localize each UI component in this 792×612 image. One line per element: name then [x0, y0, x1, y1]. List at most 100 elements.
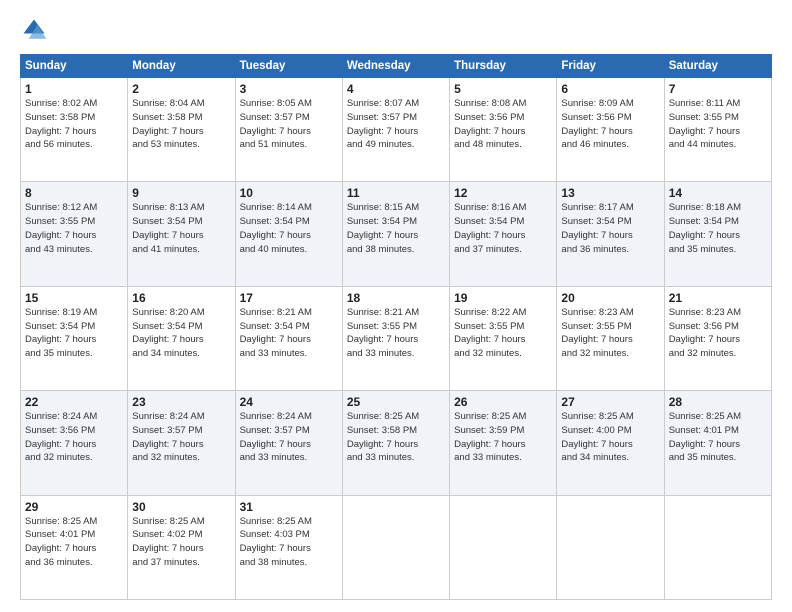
day-info: Sunrise: 8:15 AMSunset: 3:54 PMDaylight:… — [347, 201, 445, 256]
day-number: 19 — [454, 291, 552, 305]
day-number: 8 — [25, 186, 123, 200]
calendar-cell: 28Sunrise: 8:25 AMSunset: 4:01 PMDayligh… — [664, 391, 771, 495]
day-number: 18 — [347, 291, 445, 305]
day-number: 27 — [561, 395, 659, 409]
calendar-cell: 30Sunrise: 8:25 AMSunset: 4:02 PMDayligh… — [128, 495, 235, 599]
calendar-table: SundayMondayTuesdayWednesdayThursdayFrid… — [20, 54, 772, 600]
day-number: 15 — [25, 291, 123, 305]
calendar-cell — [664, 495, 771, 599]
calendar-cell: 6Sunrise: 8:09 AMSunset: 3:56 PMDaylight… — [557, 78, 664, 182]
header — [20, 16, 772, 44]
day-number: 2 — [132, 82, 230, 96]
calendar-header-sunday: Sunday — [21, 55, 128, 78]
day-number: 29 — [25, 500, 123, 514]
day-info: Sunrise: 8:19 AMSunset: 3:54 PMDaylight:… — [25, 306, 123, 361]
day-info: Sunrise: 8:08 AMSunset: 3:56 PMDaylight:… — [454, 97, 552, 152]
calendar-week-3: 15Sunrise: 8:19 AMSunset: 3:54 PMDayligh… — [21, 286, 772, 390]
calendar-header-row: SundayMondayTuesdayWednesdayThursdayFrid… — [21, 55, 772, 78]
day-info: Sunrise: 8:11 AMSunset: 3:55 PMDaylight:… — [669, 97, 767, 152]
calendar-cell: 21Sunrise: 8:23 AMSunset: 3:56 PMDayligh… — [664, 286, 771, 390]
calendar-cell: 17Sunrise: 8:21 AMSunset: 3:54 PMDayligh… — [235, 286, 342, 390]
day-number: 13 — [561, 186, 659, 200]
calendar-week-5: 29Sunrise: 8:25 AMSunset: 4:01 PMDayligh… — [21, 495, 772, 599]
day-info: Sunrise: 8:13 AMSunset: 3:54 PMDaylight:… — [132, 201, 230, 256]
calendar-cell: 25Sunrise: 8:25 AMSunset: 3:58 PMDayligh… — [342, 391, 449, 495]
calendar-week-1: 1Sunrise: 8:02 AMSunset: 3:58 PMDaylight… — [21, 78, 772, 182]
day-number: 30 — [132, 500, 230, 514]
calendar-cell: 3Sunrise: 8:05 AMSunset: 3:57 PMDaylight… — [235, 78, 342, 182]
calendar-header-friday: Friday — [557, 55, 664, 78]
page: SundayMondayTuesdayWednesdayThursdayFrid… — [0, 0, 792, 612]
day-info: Sunrise: 8:24 AMSunset: 3:56 PMDaylight:… — [25, 410, 123, 465]
day-number: 26 — [454, 395, 552, 409]
day-info: Sunrise: 8:25 AMSunset: 3:59 PMDaylight:… — [454, 410, 552, 465]
day-info: Sunrise: 8:22 AMSunset: 3:55 PMDaylight:… — [454, 306, 552, 361]
calendar-cell: 14Sunrise: 8:18 AMSunset: 3:54 PMDayligh… — [664, 182, 771, 286]
day-info: Sunrise: 8:04 AMSunset: 3:58 PMDaylight:… — [132, 97, 230, 152]
day-number: 31 — [240, 500, 338, 514]
day-info: Sunrise: 8:25 AMSunset: 4:01 PMDaylight:… — [25, 515, 123, 570]
day-info: Sunrise: 8:18 AMSunset: 3:54 PMDaylight:… — [669, 201, 767, 256]
day-info: Sunrise: 8:25 AMSunset: 4:01 PMDaylight:… — [669, 410, 767, 465]
day-info: Sunrise: 8:12 AMSunset: 3:55 PMDaylight:… — [25, 201, 123, 256]
calendar-cell: 23Sunrise: 8:24 AMSunset: 3:57 PMDayligh… — [128, 391, 235, 495]
day-info: Sunrise: 8:25 AMSunset: 3:58 PMDaylight:… — [347, 410, 445, 465]
logo-icon — [20, 16, 48, 44]
day-number: 25 — [347, 395, 445, 409]
day-number: 28 — [669, 395, 767, 409]
day-info: Sunrise: 8:25 AMSunset: 4:00 PMDaylight:… — [561, 410, 659, 465]
calendar-cell: 19Sunrise: 8:22 AMSunset: 3:55 PMDayligh… — [450, 286, 557, 390]
day-number: 24 — [240, 395, 338, 409]
day-info: Sunrise: 8:24 AMSunset: 3:57 PMDaylight:… — [240, 410, 338, 465]
calendar-cell: 20Sunrise: 8:23 AMSunset: 3:55 PMDayligh… — [557, 286, 664, 390]
day-info: Sunrise: 8:24 AMSunset: 3:57 PMDaylight:… — [132, 410, 230, 465]
day-info: Sunrise: 8:02 AMSunset: 3:58 PMDaylight:… — [25, 97, 123, 152]
day-info: Sunrise: 8:21 AMSunset: 3:54 PMDaylight:… — [240, 306, 338, 361]
day-info: Sunrise: 8:25 AMSunset: 4:02 PMDaylight:… — [132, 515, 230, 570]
calendar-cell: 31Sunrise: 8:25 AMSunset: 4:03 PMDayligh… — [235, 495, 342, 599]
calendar-header-tuesday: Tuesday — [235, 55, 342, 78]
calendar-cell: 9Sunrise: 8:13 AMSunset: 3:54 PMDaylight… — [128, 182, 235, 286]
calendar-cell: 18Sunrise: 8:21 AMSunset: 3:55 PMDayligh… — [342, 286, 449, 390]
day-number: 9 — [132, 186, 230, 200]
day-number: 7 — [669, 82, 767, 96]
day-info: Sunrise: 8:17 AMSunset: 3:54 PMDaylight:… — [561, 201, 659, 256]
calendar-cell: 11Sunrise: 8:15 AMSunset: 3:54 PMDayligh… — [342, 182, 449, 286]
calendar-cell: 4Sunrise: 8:07 AMSunset: 3:57 PMDaylight… — [342, 78, 449, 182]
day-info: Sunrise: 8:14 AMSunset: 3:54 PMDaylight:… — [240, 201, 338, 256]
day-number: 1 — [25, 82, 123, 96]
calendar-cell: 22Sunrise: 8:24 AMSunset: 3:56 PMDayligh… — [21, 391, 128, 495]
calendar-header-wednesday: Wednesday — [342, 55, 449, 78]
day-number: 22 — [25, 395, 123, 409]
calendar-cell: 15Sunrise: 8:19 AMSunset: 3:54 PMDayligh… — [21, 286, 128, 390]
day-info: Sunrise: 8:05 AMSunset: 3:57 PMDaylight:… — [240, 97, 338, 152]
calendar-cell: 2Sunrise: 8:04 AMSunset: 3:58 PMDaylight… — [128, 78, 235, 182]
day-number: 12 — [454, 186, 552, 200]
calendar-cell: 1Sunrise: 8:02 AMSunset: 3:58 PMDaylight… — [21, 78, 128, 182]
day-number: 5 — [454, 82, 552, 96]
day-number: 21 — [669, 291, 767, 305]
calendar-cell: 27Sunrise: 8:25 AMSunset: 4:00 PMDayligh… — [557, 391, 664, 495]
calendar-cell — [342, 495, 449, 599]
calendar-cell: 8Sunrise: 8:12 AMSunset: 3:55 PMDaylight… — [21, 182, 128, 286]
day-info: Sunrise: 8:25 AMSunset: 4:03 PMDaylight:… — [240, 515, 338, 570]
calendar-week-4: 22Sunrise: 8:24 AMSunset: 3:56 PMDayligh… — [21, 391, 772, 495]
day-info: Sunrise: 8:16 AMSunset: 3:54 PMDaylight:… — [454, 201, 552, 256]
day-info: Sunrise: 8:23 AMSunset: 3:55 PMDaylight:… — [561, 306, 659, 361]
calendar-header-thursday: Thursday — [450, 55, 557, 78]
calendar-week-2: 8Sunrise: 8:12 AMSunset: 3:55 PMDaylight… — [21, 182, 772, 286]
day-number: 14 — [669, 186, 767, 200]
day-number: 3 — [240, 82, 338, 96]
calendar-header-monday: Monday — [128, 55, 235, 78]
calendar-cell — [450, 495, 557, 599]
calendar-cell: 10Sunrise: 8:14 AMSunset: 3:54 PMDayligh… — [235, 182, 342, 286]
day-number: 17 — [240, 291, 338, 305]
day-number: 20 — [561, 291, 659, 305]
calendar-cell: 7Sunrise: 8:11 AMSunset: 3:55 PMDaylight… — [664, 78, 771, 182]
day-number: 10 — [240, 186, 338, 200]
calendar-cell: 16Sunrise: 8:20 AMSunset: 3:54 PMDayligh… — [128, 286, 235, 390]
day-number: 23 — [132, 395, 230, 409]
calendar-header-saturday: Saturday — [664, 55, 771, 78]
day-info: Sunrise: 8:23 AMSunset: 3:56 PMDaylight:… — [669, 306, 767, 361]
day-number: 11 — [347, 186, 445, 200]
